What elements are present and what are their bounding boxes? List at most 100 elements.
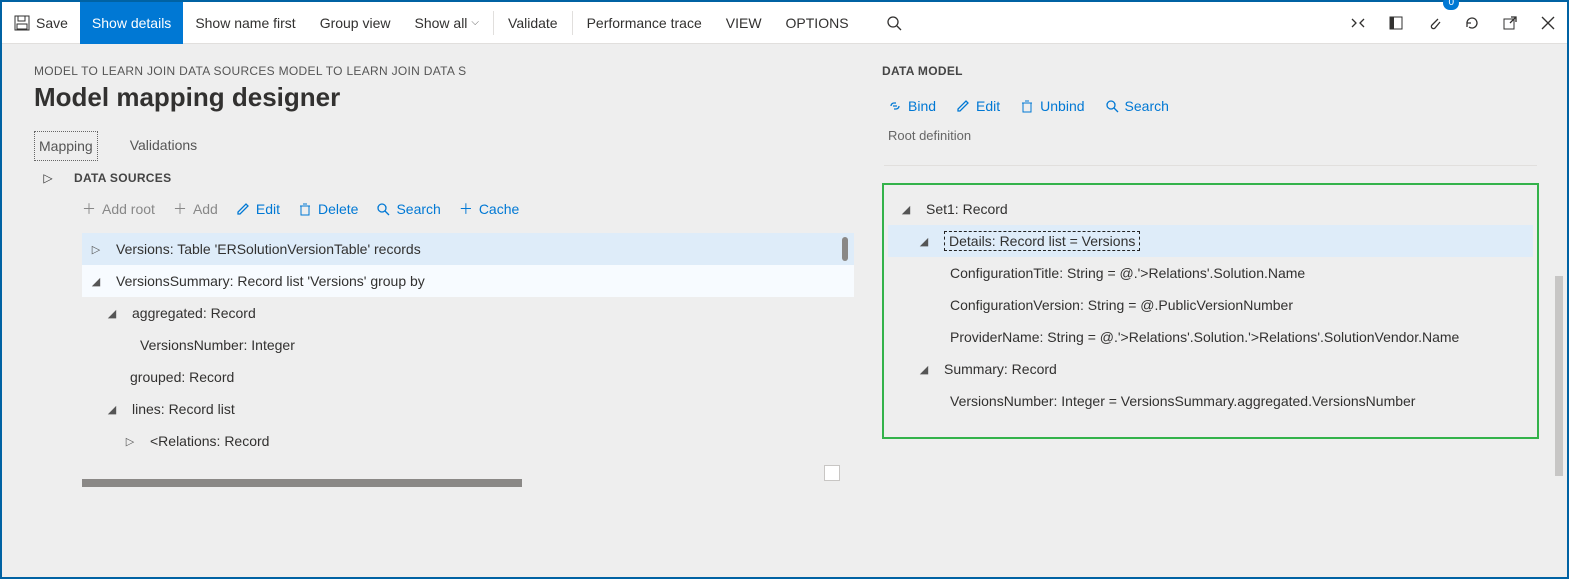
show-details-label: Show details	[92, 15, 171, 31]
add-root-label: Add root	[102, 201, 155, 217]
horizontal-scrollbar[interactable]	[82, 479, 522, 487]
refresh-button[interactable]	[1453, 2, 1491, 44]
tree-label: ProviderName: String = @.'>Relations'.So…	[950, 329, 1459, 345]
connector-icon-button[interactable]	[1339, 2, 1377, 44]
tree-row[interactable]: ConfigurationVersion: String = @.PublicV…	[888, 289, 1533, 321]
add-button[interactable]: ＋ Add	[173, 199, 218, 219]
search-icon	[1105, 99, 1119, 113]
plus-icon: ＋	[459, 199, 473, 219]
dm-edit-button[interactable]: Edit	[956, 98, 1000, 114]
data-sources-heading: DATA SOURCES	[74, 171, 171, 185]
tree-row[interactable]: ◢ Summary: Record	[888, 353, 1533, 385]
plus-icon: ＋	[173, 199, 187, 219]
resize-handle[interactable]	[824, 465, 840, 481]
tree-row[interactable]: ◢ lines: Record list	[82, 393, 854, 425]
chevron-down-icon[interactable]: ◢	[102, 307, 122, 320]
link-icon	[888, 99, 902, 113]
tree-row[interactable]: VersionsNumber: Integer	[82, 329, 854, 361]
search-icon	[376, 202, 390, 216]
tree-label-selected: Details: Record list = Versions	[944, 231, 1140, 251]
tree-label: VersionsSummary: Record list 'Versions' …	[116, 273, 425, 289]
tabs: Mapping Validations	[34, 131, 854, 161]
trash-icon	[1020, 99, 1034, 113]
dm-search-button[interactable]: Search	[1105, 98, 1169, 114]
tab-validations[interactable]: Validations	[126, 131, 201, 161]
office-icon	[1388, 15, 1404, 31]
performance-trace-label: Performance trace	[587, 15, 702, 31]
tree-label: lines: Record list	[132, 401, 235, 417]
tree-row[interactable]: ◢ Set1: Record	[888, 193, 1533, 225]
popout-icon	[1502, 15, 1518, 31]
tree-row[interactable]: ▷ <Relations: Record	[82, 425, 854, 457]
chevron-down-icon[interactable]: ◢	[102, 403, 122, 416]
view-button[interactable]: VIEW	[714, 2, 774, 44]
data-sources-tree: ▷ Versions: Table 'ERSolutionVersionTabl…	[82, 233, 854, 457]
chevron-down-icon[interactable]: ◢	[914, 235, 934, 248]
show-name-first-label: Show name first	[195, 15, 295, 31]
show-all-button[interactable]: Show all ⌵	[403, 2, 492, 44]
close-icon	[1541, 16, 1555, 30]
edit-button[interactable]: Edit	[236, 201, 280, 217]
search-button[interactable]	[875, 2, 913, 44]
tree-row[interactable]: grouped: Record	[82, 361, 854, 393]
tree-row[interactable]: ◢ VersionsSummary: Record list 'Versions…	[82, 265, 854, 297]
bind-label: Bind	[908, 98, 936, 114]
chevron-right-icon[interactable]: ▷	[120, 435, 140, 448]
search-label: Search	[396, 201, 440, 217]
show-name-first-button[interactable]: Show name first	[183, 2, 307, 44]
cache-label: Cache	[479, 201, 519, 217]
group-view-label: Group view	[320, 15, 391, 31]
scrollbar-thumb[interactable]	[842, 237, 848, 261]
save-icon	[14, 15, 30, 31]
tree-label: Set1: Record	[926, 201, 1008, 217]
tab-mapping[interactable]: Mapping	[34, 131, 98, 161]
tree-row[interactable]: ◢ aggregated: Record	[82, 297, 854, 329]
search-button[interactable]: Search	[376, 201, 440, 217]
tree-label: VersionsNumber: Integer	[140, 337, 295, 353]
paperclip-icon	[1426, 15, 1442, 31]
close-button[interactable]	[1529, 2, 1567, 44]
popout-button[interactable]	[1491, 2, 1529, 44]
plus-icon: ＋	[82, 199, 96, 219]
cache-button[interactable]: ＋ Cache	[459, 199, 519, 219]
save-label: Save	[36, 15, 68, 31]
tree-row[interactable]: ◢ Details: Record list = Versions	[888, 225, 1533, 257]
unbind-label: Unbind	[1040, 98, 1084, 114]
chevron-down-icon[interactable]: ◢	[914, 363, 934, 376]
section-expand-icon[interactable]: ▷	[40, 171, 56, 185]
add-root-button[interactable]: ＋ Add root	[82, 199, 155, 219]
save-button[interactable]: Save	[2, 2, 80, 44]
tree-label: ConfigurationVersion: String = @.PublicV…	[950, 297, 1293, 313]
attachments-button[interactable]: 0	[1415, 2, 1453, 44]
show-details-button[interactable]: Show details	[80, 2, 183, 44]
tree-row[interactable]: ConfigurationTitle: String = @.'>Relatio…	[888, 257, 1533, 289]
toolbar: Save Show details Show name first Group …	[2, 2, 1567, 44]
tree-label: Versions: Table 'ERSolutionVersionTable'…	[116, 241, 421, 257]
tree-row[interactable]: VersionsNumber: Integer = VersionsSummar…	[888, 385, 1533, 417]
add-label: Add	[193, 201, 218, 217]
chevron-down-icon[interactable]: ◢	[86, 275, 106, 288]
delete-button[interactable]: Delete	[298, 201, 358, 217]
office-icon-button[interactable]	[1377, 2, 1415, 44]
dm-actionbar: Bind Edit Unbind Search	[888, 98, 1539, 114]
connector-icon	[1350, 15, 1366, 31]
separator	[572, 11, 573, 35]
tree-row[interactable]: ProviderName: String = @.'>Relations'.So…	[888, 321, 1533, 353]
group-view-button[interactable]: Group view	[308, 2, 403, 44]
chevron-down-icon[interactable]: ◢	[896, 203, 916, 216]
unbind-button[interactable]: Unbind	[1020, 98, 1084, 114]
vertical-scrollbar[interactable]	[1555, 276, 1563, 476]
chevron-right-icon[interactable]: ▷	[86, 243, 106, 256]
validate-label: Validate	[508, 15, 558, 31]
view-label: VIEW	[726, 15, 762, 31]
performance-trace-button[interactable]: Performance trace	[575, 2, 714, 44]
pencil-icon	[956, 99, 970, 113]
tree-label: aggregated: Record	[132, 305, 256, 321]
tree-row[interactable]: ▷ Versions: Table 'ERSolutionVersionTabl…	[82, 233, 854, 265]
tab-mapping-label: Mapping	[39, 138, 93, 154]
validate-button[interactable]: Validate	[496, 2, 570, 44]
bind-button[interactable]: Bind	[888, 98, 936, 114]
options-button[interactable]: OPTIONS	[774, 2, 861, 44]
chevron-down-icon: ⌵	[471, 17, 479, 28]
page-title: Model mapping designer	[34, 82, 854, 113]
